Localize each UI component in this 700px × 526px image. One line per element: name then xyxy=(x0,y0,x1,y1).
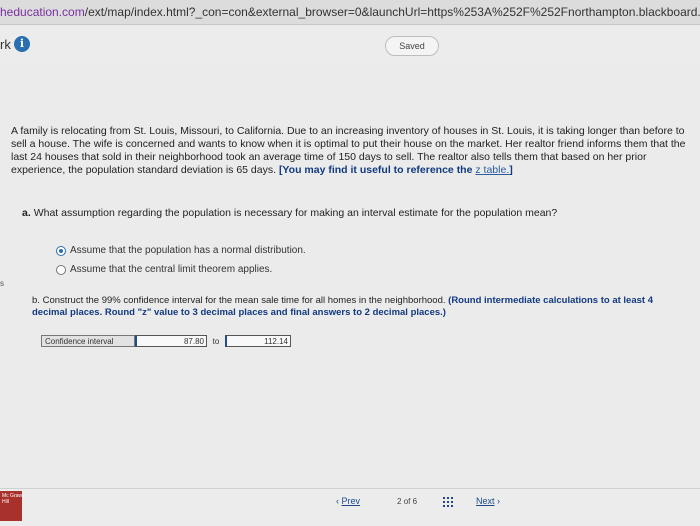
option-central-limit-theorem[interactable]: Assume that the central limit theorem ap… xyxy=(56,260,306,279)
problem-statement: A family is relocating from St. Louis, M… xyxy=(11,125,695,177)
z-table-link[interactable]: z table. xyxy=(475,164,509,176)
next-label: Next xyxy=(476,496,495,506)
part-a-text: What assumption regarding the population… xyxy=(33,207,558,219)
ci-lower-input[interactable]: 87.80 xyxy=(135,335,207,347)
hint-text: [You may find it useful to reference the xyxy=(278,164,473,176)
next-button[interactable]: Next › xyxy=(476,496,500,506)
mcgraw-hill-logo: Mc Graw Hill xyxy=(0,491,22,521)
prev-button[interactable]: ‹ Prev xyxy=(336,496,360,506)
part-a-options: Assume that the population has a normal … xyxy=(56,241,306,279)
ci-to-label: to xyxy=(212,336,220,346)
ci-upper-input[interactable]: 112.14 xyxy=(225,335,291,347)
chevron-left-icon: ‹ xyxy=(336,496,339,506)
page-indicator: 2 of 6 xyxy=(397,497,418,506)
part-b-question: b. Construct the 99% confidence interval… xyxy=(32,295,682,319)
grid-icon[interactable] xyxy=(443,497,453,507)
assignment-header: rk i Saved xyxy=(0,25,700,63)
url-host: heducation.com xyxy=(0,5,85,19)
part-b-letter: b. xyxy=(32,295,40,306)
radio-selected-icon[interactable] xyxy=(56,245,66,256)
navigation-footer: Mc Graw Hill ‹ Prev 2 of 6 Next › xyxy=(0,488,700,526)
option-label: Assume that the population has a normal … xyxy=(70,244,306,256)
info-icon[interactable]: i xyxy=(14,36,30,52)
radio-unselected-icon[interactable] xyxy=(56,264,66,275)
header-left-label: rk xyxy=(0,37,11,52)
question-content: A family is relocating from St. Louis, M… xyxy=(0,63,700,488)
hint-close: ] xyxy=(509,164,513,176)
browser-address-bar[interactable]: heducation.com/ext/map/index.html?_con=c… xyxy=(0,0,700,25)
option-normal-distribution[interactable]: Assume that the population has a normal … xyxy=(56,241,306,260)
side-mark: s xyxy=(0,279,4,288)
part-b-text: Construct the 99% confidence interval fo… xyxy=(42,295,446,306)
chevron-right-icon: › xyxy=(497,496,501,506)
saved-status-badge: Saved xyxy=(385,36,439,56)
ci-label: Confidence interval xyxy=(41,335,135,347)
part-a-question: a. What assumption regarding the populat… xyxy=(22,207,557,219)
option-label: Assume that the central limit theorem ap… xyxy=(70,263,273,275)
part-a-letter: a. xyxy=(22,207,31,219)
prev-label: Prev xyxy=(341,496,361,506)
url-path: /ext/map/index.html?_con=con&external_br… xyxy=(84,5,700,19)
confidence-interval-row: Confidence interval 87.80 to 112.14 xyxy=(41,335,291,347)
